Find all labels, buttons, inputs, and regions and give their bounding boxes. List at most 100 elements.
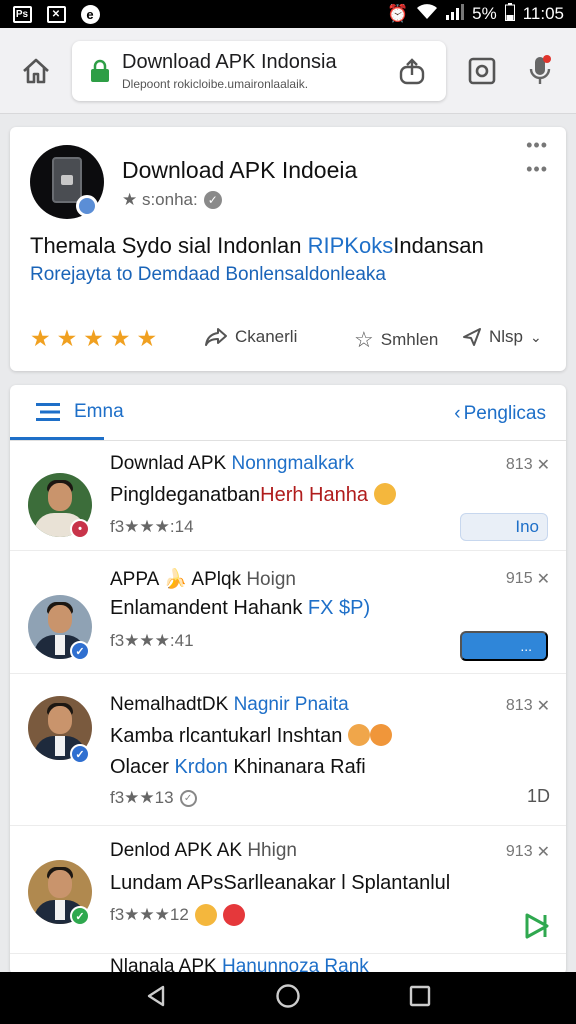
home-nav-button[interactable] bbox=[275, 983, 301, 1014]
tab-filter[interactable]: ‹ Penglicas bbox=[454, 403, 546, 425]
close-icon[interactable]: ✕ bbox=[537, 696, 550, 716]
star-icon: ★ bbox=[56, 325, 78, 351]
item-count: 913 ✕ bbox=[506, 842, 550, 862]
recents-button[interactable] bbox=[408, 984, 432, 1013]
bookmark-play-icon bbox=[525, 913, 549, 939]
meta-text: f3★★13 bbox=[110, 788, 174, 807]
app-subtitle-text: ★ s:onha: bbox=[122, 190, 198, 209]
item-title: Denlod APK AK Hhign bbox=[110, 840, 297, 862]
list-item[interactable]: ✓ Denlod APK AK Hhign Lundam APsSarllean… bbox=[10, 826, 566, 954]
item-count: 813 ✕ bbox=[506, 696, 550, 716]
item-text: Enlamandent Hahank FX $P) bbox=[110, 597, 370, 620]
status-bar: Ps ✕ e ⏰ 5% 11:05 bbox=[0, 0, 576, 28]
more-label: Nlsp bbox=[489, 327, 524, 346]
count-text: 913 bbox=[505, 843, 533, 860]
tab-all[interactable]: Emna bbox=[36, 401, 124, 423]
item-text-2: Olacer Krdon Khinanara Rafi bbox=[110, 756, 366, 779]
side-indicator[interactable]: 1D bbox=[527, 786, 550, 807]
wifi-icon bbox=[416, 3, 438, 25]
primary-button[interactable]: ... bbox=[460, 631, 548, 661]
send-icon bbox=[463, 328, 481, 346]
close-box-icon: ✕ bbox=[46, 5, 66, 23]
star-icon: ★ bbox=[83, 325, 104, 351]
app-title: Download APK Indoeia bbox=[122, 157, 358, 183]
system-nav-bar bbox=[0, 972, 576, 1024]
list-item[interactable]: • Downlad APK Nonngmalkark Pingldeganatb… bbox=[10, 441, 566, 551]
chevron-left-icon: ‹ bbox=[454, 403, 461, 424]
save-action-button[interactable]: ☆ Smhlen bbox=[354, 327, 438, 353]
save-label: Smhlen bbox=[380, 330, 439, 349]
list-tabs: Emna ‹ Penglicas bbox=[10, 385, 566, 441]
tab-filter-label: Penglicas bbox=[463, 403, 546, 424]
voice-search-button[interactable] bbox=[518, 49, 562, 93]
back-button[interactable] bbox=[144, 984, 168, 1013]
item-meta: f3★★★:14 bbox=[110, 517, 194, 536]
verified-badge-icon: ✓ bbox=[70, 906, 90, 926]
count-text: 813 bbox=[505, 697, 533, 714]
item-text: Lundam APsSarlleanakar l Splantanlul bbox=[110, 872, 451, 894]
list-icon bbox=[36, 403, 60, 421]
home-button[interactable] bbox=[14, 49, 58, 93]
star-icon: ★ bbox=[136, 325, 158, 351]
microphone-icon bbox=[529, 54, 551, 84]
list-item[interactable]: ✓ NemalhadtDK Nagnir Pnaita Kamba rlcant… bbox=[10, 674, 566, 826]
status-badge-icon: • bbox=[70, 519, 90, 539]
tabs-button[interactable] bbox=[460, 49, 504, 93]
app-subtitle: ★ s:onha: ✓ bbox=[122, 190, 222, 210]
text-main: Olacer bbox=[110, 756, 169, 778]
title-text: Denlod APK AK bbox=[110, 840, 243, 861]
title-text: Downlad APK bbox=[110, 453, 227, 474]
data-saver-icon: e bbox=[80, 4, 100, 24]
home-icon bbox=[23, 58, 49, 83]
emoji-icon bbox=[222, 904, 245, 926]
install-button[interactable]: Ino bbox=[460, 513, 548, 541]
item-meta: f3★★13 ✓ bbox=[110, 788, 197, 808]
item-meta: f3★★★12 bbox=[110, 904, 245, 926]
more-action-button[interactable]: Nlsp ⌄ bbox=[462, 327, 542, 347]
tab-indicator bbox=[10, 437, 104, 440]
verified-badge-icon bbox=[76, 195, 98, 217]
app-description-link[interactable]: Rorejayta to Demdaad Bonlensaldonleaka bbox=[30, 264, 386, 286]
recents-square-icon bbox=[410, 985, 431, 1006]
item-count: 813 ✕ bbox=[506, 455, 550, 475]
lock-icon bbox=[91, 59, 109, 82]
app-description: Themala Sydo sial Indonlan RIPKoksIndans… bbox=[30, 233, 484, 259]
desc-text-end: Indansan bbox=[393, 233, 484, 258]
play-button[interactable] bbox=[524, 912, 550, 945]
forward-icon bbox=[205, 328, 227, 346]
verified-badge-icon: ✓ bbox=[70, 641, 90, 661]
text-red: Herh Hanha bbox=[260, 484, 368, 506]
count-text: 813 bbox=[505, 456, 533, 473]
more-options-icon[interactable]: ••• ••• bbox=[526, 136, 548, 178]
title-text: APPA 🍌 APlqk bbox=[110, 569, 242, 590]
share-label: Ckanerli bbox=[235, 327, 298, 346]
text-blue: Krdon bbox=[174, 756, 228, 778]
close-icon[interactable]: ✕ bbox=[537, 569, 550, 589]
title-highlight: Nagnir Pnaita bbox=[233, 694, 349, 715]
back-triangle-icon bbox=[147, 985, 164, 1006]
check-circle-icon: ✓ bbox=[179, 789, 197, 807]
emoji-icon bbox=[369, 724, 392, 746]
item-text: PingldeganatbanHerh Hanha bbox=[110, 483, 396, 507]
text-end: Khinanara Rafi bbox=[233, 756, 366, 778]
page-url: Dlepoont rokicloibe.umaironlaalaik. bbox=[122, 76, 309, 91]
emoji-icon bbox=[194, 904, 217, 926]
address-bar[interactable]: Download APK Indonsia Dlepoont rokicloib… bbox=[72, 40, 446, 101]
desc-text: Themala Sydo sial Indonlan bbox=[30, 233, 302, 258]
list-item[interactable]: ✓ APPA 🍌 APlqk Hoign Enlamandent Hahank … bbox=[10, 551, 566, 674]
signal-icon bbox=[446, 3, 465, 25]
close-icon[interactable]: ✕ bbox=[537, 842, 550, 862]
meta-text: f3★★★12 bbox=[110, 905, 189, 924]
share-button[interactable] bbox=[390, 49, 434, 93]
item-meta: f3★★★:41 bbox=[110, 631, 194, 650]
text-blue: FX $P) bbox=[307, 597, 371, 619]
text-main: Pingldeganatban bbox=[110, 484, 261, 506]
item-text: Kamba rlcantukarl Inshtan bbox=[110, 724, 392, 748]
close-icon[interactable]: ✕ bbox=[537, 455, 550, 475]
desc-link[interactable]: RIPKoks bbox=[308, 233, 394, 258]
app-header-card: Download APK Indoeia ★ s:onha: ✓ ••• ••• … bbox=[10, 127, 566, 371]
item-title: NemalhadtDK Nagnir Pnaita bbox=[110, 694, 349, 716]
page-title: Download APK Indonsia bbox=[122, 50, 337, 73]
share-action-button[interactable]: Ckanerli bbox=[204, 327, 297, 347]
check-circle-icon: ✓ bbox=[203, 191, 222, 209]
